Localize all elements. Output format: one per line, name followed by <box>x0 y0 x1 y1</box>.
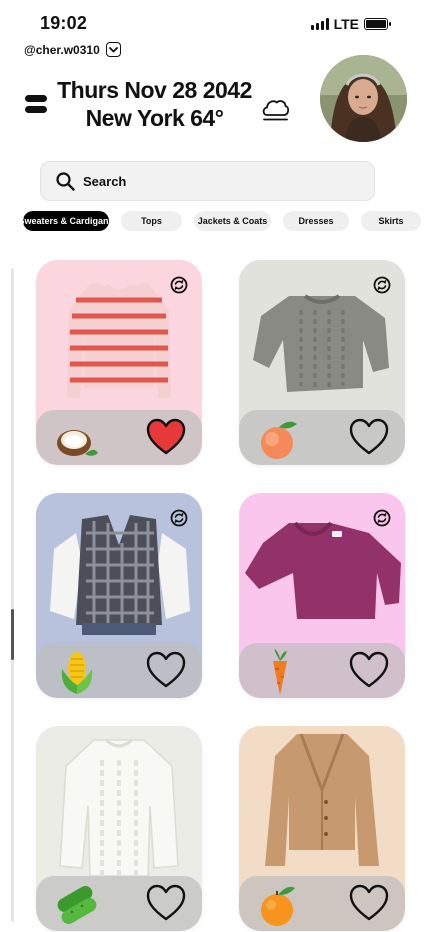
heart-filled-icon[interactable] <box>146 418 186 456</box>
date-text: Thurs Nov 28 2042 <box>57 77 252 103</box>
menu-icon[interactable] <box>25 95 47 113</box>
clothing-card[interactable] <box>239 493 405 698</box>
account-switcher[interactable]: @cher.w0310 <box>24 42 121 57</box>
card-action-bar <box>36 643 202 698</box>
scrollbar-thumb[interactable] <box>11 609 14 660</box>
tab-jackets-coats[interactable]: Jackets & Coats <box>194 211 271 231</box>
card-action-bar <box>239 410 405 465</box>
clothing-card[interactable] <box>36 260 202 465</box>
heart-outline-icon[interactable] <box>349 884 389 922</box>
search-icon <box>56 171 75 191</box>
network-type: LTE <box>333 16 359 32</box>
scrollbar-track[interactable] <box>11 268 14 922</box>
clothing-card[interactable] <box>36 493 202 698</box>
cucumber-icon <box>57 886 97 924</box>
heart-outline-icon[interactable] <box>146 884 186 922</box>
tab-dresses[interactable]: Dresses <box>283 211 349 231</box>
clothing-photo <box>239 726 405 876</box>
carrot-icon <box>273 649 287 695</box>
search-bar[interactable] <box>40 161 375 201</box>
card-action-bar <box>239 876 405 931</box>
card-action-bar <box>36 410 202 465</box>
restyle-icon[interactable] <box>170 276 188 294</box>
user-handle: @cher.w0310 <box>24 42 100 57</box>
tab-tops[interactable]: Tops <box>121 211 182 231</box>
restyle-icon[interactable] <box>170 509 188 527</box>
clothing-card[interactable] <box>239 726 405 931</box>
clothing-card[interactable] <box>36 726 202 931</box>
clothing-card[interactable] <box>239 260 405 465</box>
card-action-bar <box>36 876 202 931</box>
cloud-icon <box>262 100 290 121</box>
peach-icon <box>261 421 297 459</box>
restyle-icon[interactable] <box>373 276 391 294</box>
tab-sweaters-cardigans[interactable]: Sweaters & Cardigans <box>23 211 114 231</box>
heart-outline-icon[interactable] <box>349 418 389 456</box>
signal-icon <box>310 18 329 30</box>
restyle-icon[interactable] <box>373 509 391 527</box>
battery-icon <box>364 18 391 30</box>
heart-outline-icon[interactable] <box>349 651 389 689</box>
status-indicators: LTE <box>310 16 391 32</box>
date-weather: Thurs Nov 28 2042 New York 64° <box>52 76 257 132</box>
corn-icon <box>61 652 93 694</box>
weather-text: New York 64° <box>85 105 224 131</box>
status-bar: 19:02 LTE <box>0 0 430 44</box>
profile-avatar[interactable] <box>320 55 407 142</box>
search-input[interactable] <box>83 173 343 189</box>
tab-skirts[interactable]: Skirts <box>361 211 421 231</box>
chevron-down-icon[interactable] <box>105 42 121 57</box>
orange-icon <box>261 886 295 926</box>
status-time: 19:02 <box>40 13 88 33</box>
card-action-bar <box>239 643 405 698</box>
category-tabs: Sweaters & Cardigans Tops Jackets & Coat… <box>23 211 430 231</box>
coconut-icon <box>57 430 98 456</box>
heart-outline-icon[interactable] <box>146 651 186 689</box>
clothing-photo <box>36 726 202 877</box>
